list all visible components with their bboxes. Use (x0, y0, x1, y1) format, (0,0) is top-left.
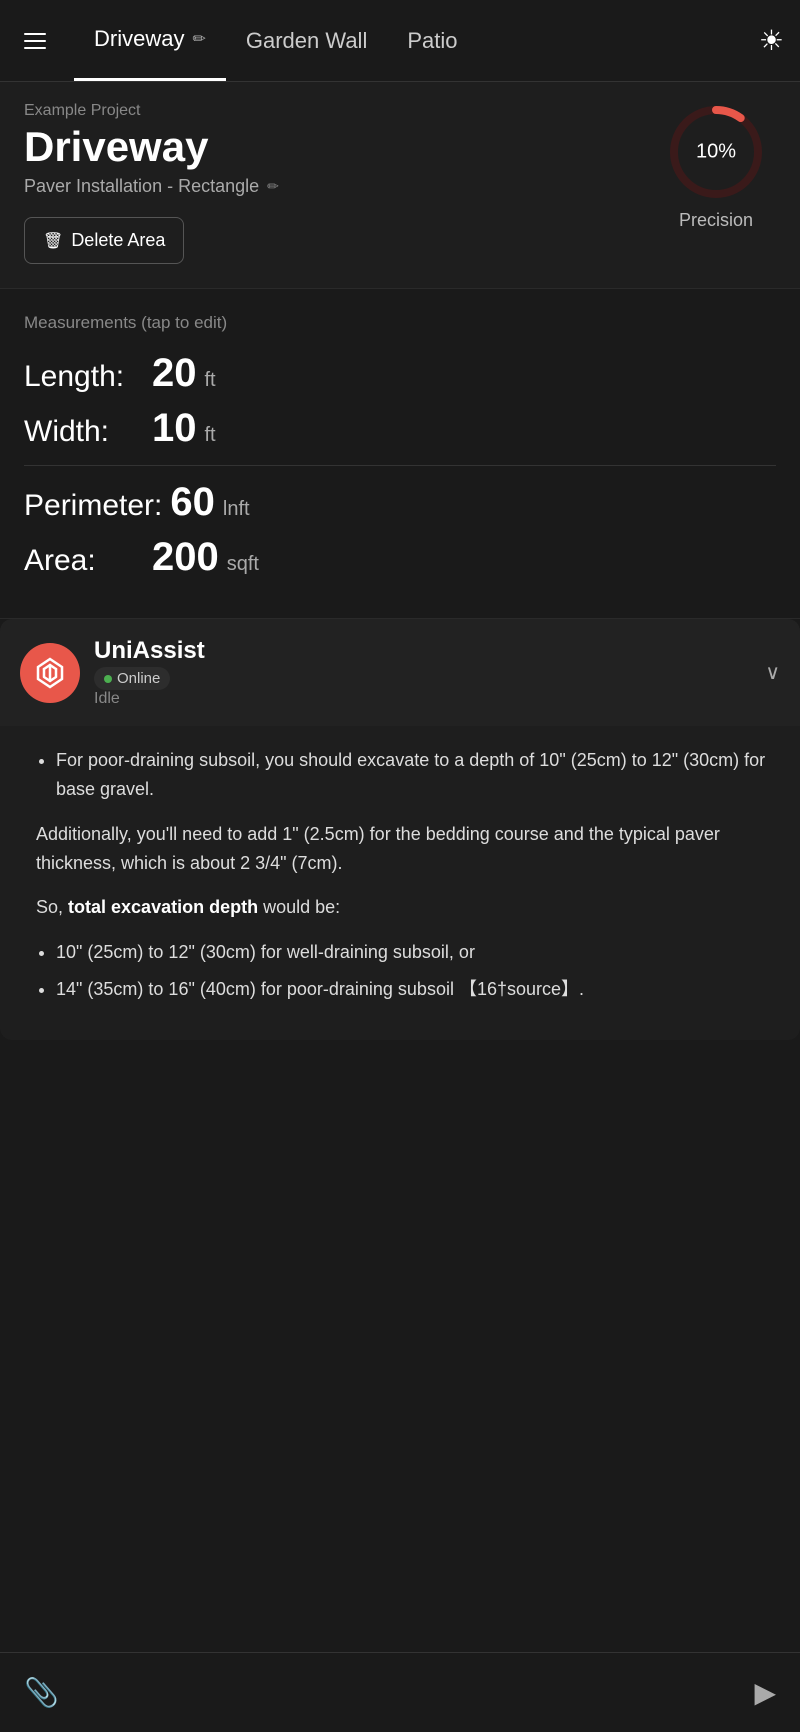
subtitle-edit-icon[interactable]: ✏ (267, 178, 279, 195)
tab-driveway[interactable]: Driveway ✏ (74, 0, 226, 81)
project-example-label: Example Project (24, 102, 656, 120)
length-label: Length: (24, 360, 144, 394)
chat-bold-text: total excavation depth (68, 897, 258, 917)
uniassist-header: UniAssist Online Idle ∨ (0, 619, 800, 726)
width-row[interactable]: Width: 10 ft (24, 406, 776, 451)
attach-button[interactable]: 📎 (20, 1672, 63, 1713)
top-navigation: Driveway ✏ Garden Wall Patio ☀ (0, 0, 800, 82)
status-badge: Online (94, 667, 170, 690)
precision-circle: 10% (666, 102, 766, 202)
edit-icon[interactable]: ✏ (192, 29, 205, 49)
tab-patio[interactable]: Patio (387, 0, 477, 81)
tab-garden-wall[interactable]: Garden Wall (226, 0, 387, 81)
area-row[interactable]: Area: 200 sqft (24, 535, 776, 580)
uniassist-name: UniAssist (94, 637, 751, 665)
trash-icon: 🗑 (43, 231, 63, 251)
nav-tab-list: Driveway ✏ Garden Wall Patio (74, 0, 759, 81)
chat-para-1: Additionally, you'll need to add 1" (2.5… (36, 820, 776, 878)
uniassist-logo-icon (32, 655, 68, 691)
length-unit: ft (205, 369, 216, 392)
uniassist-avatar (20, 643, 80, 703)
chat-content: For poor-draining subsoil, you should ex… (0, 726, 800, 1040)
width-label: Width: (24, 415, 144, 449)
send-icon: ▶ (754, 1677, 776, 1708)
tab-driveway-label: Driveway (94, 26, 184, 52)
measurements-divider (24, 465, 776, 466)
area-label: Area: (24, 544, 144, 578)
chat-para-2-intro: So, total excavation depth would be: (36, 893, 776, 922)
perimeter-unit: lnft (223, 498, 250, 521)
hamburger-menu[interactable] (16, 25, 54, 57)
chat-bullet-2: 10" (25cm) to 12" (30cm) for well-draini… (56, 938, 776, 967)
perimeter-label: Perimeter: (24, 489, 162, 523)
chevron-down-icon[interactable]: ∨ (765, 660, 780, 685)
uniassist-status-row: Online (94, 667, 751, 690)
width-value: 10 (152, 406, 197, 451)
tab-patio-label: Patio (407, 28, 457, 54)
delete-area-button[interactable]: 🗑 Delete Area (24, 217, 184, 264)
attach-icon: 📎 (24, 1677, 59, 1708)
length-value: 20 (152, 351, 197, 396)
tab-garden-wall-label: Garden Wall (246, 28, 367, 54)
precision-container: 10% Precision (656, 102, 776, 231)
area-unit: sqft (227, 553, 259, 576)
precision-label: Precision (679, 210, 753, 231)
project-header: Example Project Driveway Paver Installat… (0, 82, 800, 288)
uniassist-section: UniAssist Online Idle ∨ For poor-drainin… (0, 619, 800, 1040)
status-label: Online (117, 670, 160, 687)
project-info: Example Project Driveway Paver Installat… (24, 102, 656, 264)
send-button[interactable]: ▶ (750, 1672, 780, 1713)
uniassist-info: UniAssist Online Idle (94, 637, 751, 708)
project-title: Driveway (24, 124, 656, 170)
perimeter-value: 60 (170, 480, 215, 525)
sun-icon[interactable]: ☀ (759, 24, 784, 57)
chat-bullet-1: For poor-draining subsoil, you should ex… (56, 746, 776, 804)
area-value: 200 (152, 535, 219, 580)
precision-percent: 10% (696, 141, 736, 164)
project-subtitle: Paver Installation - Rectangle ✏ (24, 176, 656, 197)
input-bar: 📎 ▶ (0, 1652, 800, 1732)
uniassist-idle: Idle (94, 690, 751, 708)
measurements-title: Measurements (tap to edit) (24, 313, 776, 333)
length-row[interactable]: Length: 20 ft (24, 351, 776, 396)
width-unit: ft (205, 424, 216, 447)
delete-btn-label: Delete Area (71, 230, 165, 251)
chat-bullet-3: 14" (35cm) to 16" (40cm) for poor-draini… (56, 975, 776, 1004)
status-dot (104, 675, 112, 683)
measurements-section: Measurements (tap to edit) Length: 20 ft… (0, 288, 800, 619)
perimeter-row[interactable]: Perimeter: 60 lnft (24, 480, 776, 525)
